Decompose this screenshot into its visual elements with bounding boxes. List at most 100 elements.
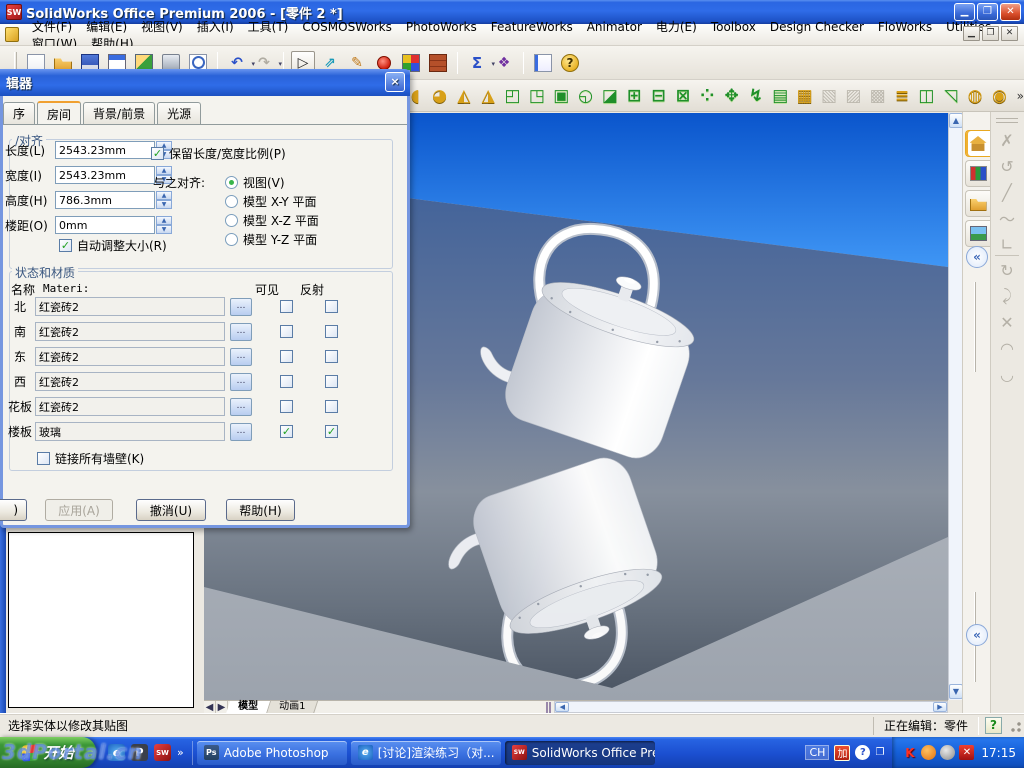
scroll-up-arrow[interactable]: ▲: [949, 113, 963, 128]
pane-splitter[interactable]: [546, 701, 552, 713]
spinner[interactable]: ▲ ▼: [156, 191, 172, 209]
reflect-checkbox[interactable]: [325, 400, 338, 413]
sketch-tool-icon-4[interactable]: 〜: [995, 206, 1019, 230]
mdi-restore-button[interactable]: ❐: [982, 26, 999, 41]
browse-material-button[interactable]: …: [230, 422, 252, 441]
sketch-tool-icon-2[interactable]: ↺: [995, 154, 1019, 178]
browse-material-button[interactable]: …: [230, 297, 252, 316]
dialog-tab-3[interactable]: 背景/前景: [83, 102, 156, 124]
dialog-tab-4[interactable]: 光源: [157, 102, 202, 124]
sketch-tool-icon-8[interactable]: ✕: [995, 310, 1019, 334]
render2-icon[interactable]: ❖: [492, 51, 516, 75]
feature-icon-17[interactable]: ▦: [794, 84, 816, 108]
visible-checkbox[interactable]: [280, 325, 293, 338]
feature-icon-15[interactable]: ↯: [745, 84, 767, 108]
material-input[interactable]: [35, 397, 225, 416]
feature-icon-22[interactable]: ◫: [915, 84, 937, 108]
feature-icon-9[interactable]: ◪: [599, 84, 621, 108]
feature-icon-18[interactable]: ▧: [818, 84, 840, 108]
align-radio-1[interactable]: 视图(V): [225, 174, 285, 191]
spin-up-icon[interactable]: ▲: [156, 191, 172, 200]
dialog-close-icon[interactable]: ×: [385, 72, 405, 92]
tab-scroll-left-icon[interactable]: ◀: [204, 700, 216, 714]
render-icon[interactable]: Σ ▾: [465, 51, 495, 75]
feature-icon-2[interactable]: ◕: [428, 84, 450, 108]
material-input[interactable]: [35, 297, 225, 316]
feature-icon-7[interactable]: ▣: [550, 84, 572, 108]
menu-item-6[interactable]: COSMOSWorks: [295, 18, 399, 36]
quick-launch-sw-icon[interactable]: SW: [154, 744, 171, 761]
help-icon[interactable]: ?: [558, 51, 582, 75]
sketch-tool-icon-5[interactable]: ∟: [995, 232, 1019, 256]
collapse-pane-button-2[interactable]: «: [966, 624, 988, 646]
dialog-tab-1[interactable]: 序: [3, 102, 36, 124]
ime-icon[interactable]: 加: [834, 744, 851, 761]
status-help-icon[interactable]: ?: [985, 717, 1002, 734]
viewport-horizontal-scrollbar[interactable]: ◀ ▶: [554, 701, 948, 713]
browse-material-button[interactable]: …: [230, 397, 252, 416]
viewport-tab-2[interactable]: 动画1: [266, 700, 319, 714]
dropdown-arrow-icon[interactable]: ▾: [278, 60, 282, 68]
feature-icon-11[interactable]: ⊟: [647, 84, 669, 108]
field-input[interactable]: [55, 166, 155, 184]
help-button[interactable]: 帮助(H): [226, 499, 295, 521]
align-radio-2[interactable]: 模型 X-Y 平面: [225, 193, 317, 210]
feature-icon-12[interactable]: ⊠: [672, 84, 694, 108]
spinner[interactable]: ▲ ▼: [156, 216, 172, 234]
browse-material-button[interactable]: …: [230, 322, 252, 341]
sketch-tool-icon-6[interactable]: ↻: [995, 258, 1019, 282]
mdi-close-button[interactable]: ✕: [1001, 26, 1018, 41]
feature-icon-25[interactable]: ◉: [988, 84, 1010, 108]
reflect-checkbox[interactable]: ✓: [325, 425, 338, 438]
menu-item-9[interactable]: Animator: [580, 18, 649, 36]
visible-checkbox[interactable]: ✓: [280, 425, 293, 438]
apply-button[interactable]: 应用(A): [45, 499, 113, 521]
material-input[interactable]: [35, 372, 225, 391]
taskpane-tab-folder[interactable]: [965, 190, 990, 217]
feature-icon-19[interactable]: ▨: [842, 84, 864, 108]
bricks-icon[interactable]: [426, 51, 450, 75]
feature-icon-13[interactable]: ⁘: [696, 84, 718, 108]
reflect-checkbox[interactable]: [325, 375, 338, 388]
menu-item-10[interactable]: 电力(E): [649, 18, 704, 36]
feature-icon-24[interactable]: ◍: [964, 84, 986, 108]
dialog-titlebar[interactable]: 辑器 ×: [0, 69, 410, 96]
language-indicator[interactable]: CH: [805, 745, 830, 760]
align-radio-4[interactable]: 模型 Y-Z 平面: [225, 231, 317, 248]
taskpane-tab-home[interactable]: [965, 130, 990, 157]
taskbar-button-3[interactable]: SW SolidWorks Office Pre...: [504, 740, 655, 765]
reflect-checkbox[interactable]: [325, 300, 338, 313]
checkbox-icon[interactable]: ✓: [59, 239, 72, 252]
menu-item-12[interactable]: Design Checker: [763, 18, 871, 36]
menu-item-7[interactable]: PhotoWorks: [399, 18, 484, 36]
taskbar-button-2[interactable]: e [讨论]渲染练习（对...: [350, 740, 501, 765]
sketch-tool-icon-7[interactable]: ⤸: [995, 284, 1019, 308]
menu-item-2[interactable]: 编辑(E): [79, 18, 134, 36]
radio-icon[interactable]: [225, 176, 238, 189]
visible-checkbox[interactable]: [280, 375, 293, 388]
radio-icon[interactable]: [225, 195, 238, 208]
sketch-tool-icon-10[interactable]: ◡: [995, 362, 1019, 386]
browse-material-button[interactable]: …: [230, 372, 252, 391]
viewport-tab-1[interactable]: 模型: [225, 700, 272, 714]
material-input[interactable]: [35, 422, 225, 441]
tray-orange-icon[interactable]: [921, 745, 937, 760]
list-icon[interactable]: [531, 51, 555, 75]
toolbar-grip[interactable]: [996, 118, 1018, 123]
field-input[interactable]: [55, 191, 155, 209]
scroll-left-arrow[interactable]: ◀: [555, 702, 570, 712]
reflect-checkbox[interactable]: [325, 350, 338, 363]
visible-checkbox[interactable]: [280, 350, 293, 363]
field-input[interactable]: [55, 141, 155, 159]
feature-icon-23[interactable]: ◹: [940, 84, 962, 108]
tray-gray-icon[interactable]: [940, 745, 956, 760]
feature-icon-5[interactable]: ◰: [501, 84, 523, 108]
viewport-vertical-scrollbar[interactable]: ▲ ▼: [948, 113, 963, 700]
radio-icon[interactable]: [225, 214, 238, 227]
undo-button[interactable]: 撤消(U): [136, 499, 206, 521]
browse-material-button[interactable]: …: [230, 347, 252, 366]
scroll-right-arrow[interactable]: ▶: [933, 702, 947, 712]
menu-item-3[interactable]: 视图(V): [134, 18, 190, 36]
spin-up-icon[interactable]: ▲: [156, 216, 172, 225]
spin-down-icon[interactable]: ▼: [156, 225, 172, 234]
